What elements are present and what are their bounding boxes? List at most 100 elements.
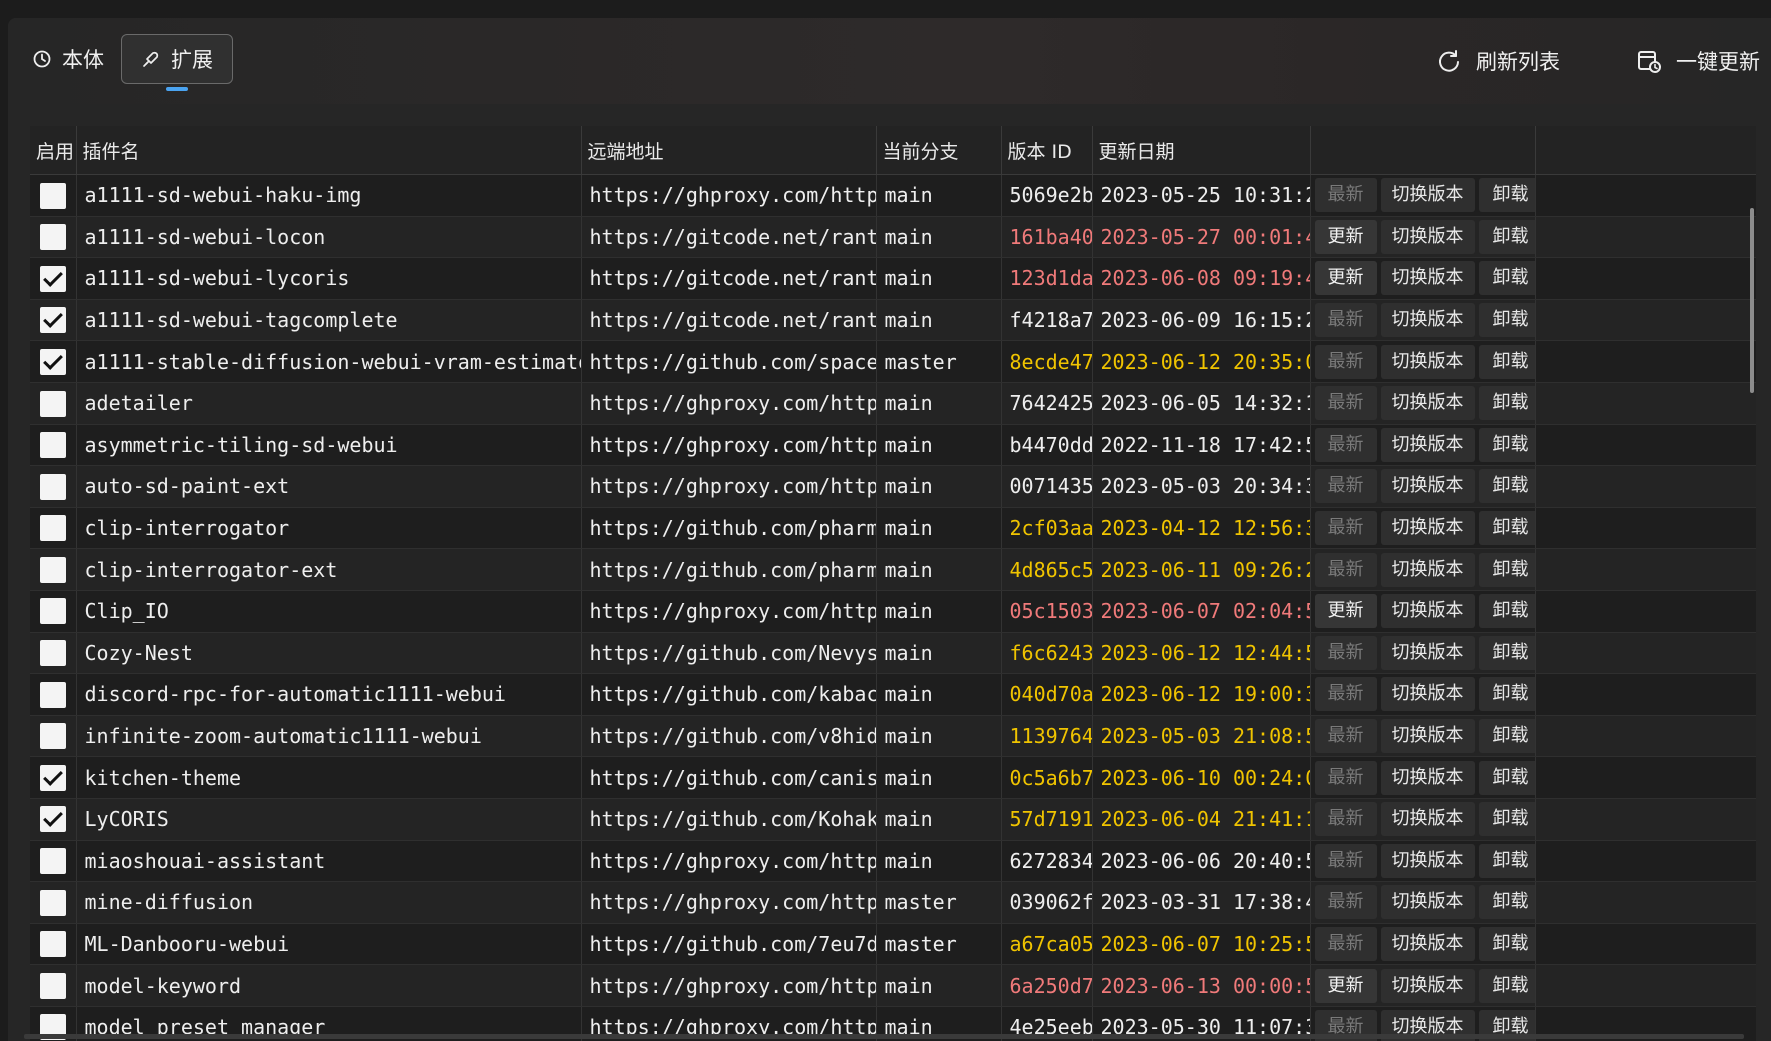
switch-version-button[interactable]: 切换版本 xyxy=(1380,344,1475,379)
switch-version-button[interactable]: 切换版本 xyxy=(1380,386,1475,421)
update-button[interactable]: 更新 xyxy=(1314,594,1377,629)
switch-version-button[interactable]: 切换版本 xyxy=(1380,219,1475,254)
switch-version-button[interactable]: 切换版本 xyxy=(1380,885,1475,920)
latest-button[interactable]: 最新 xyxy=(1314,344,1377,379)
switch-version-button[interactable]: 切换版本 xyxy=(1380,802,1475,837)
uninstall-button[interactable]: 卸载 xyxy=(1478,344,1534,379)
tab-extensions[interactable]: 扩展 xyxy=(121,34,233,84)
enable-checkbox[interactable] xyxy=(39,390,66,417)
enable-checkbox[interactable] xyxy=(39,432,66,459)
switch-version-button[interactable]: 切换版本 xyxy=(1380,594,1475,629)
filler-cell xyxy=(1535,881,1756,924)
latest-button[interactable]: 最新 xyxy=(1314,386,1377,421)
enable-checkbox[interactable] xyxy=(39,681,66,708)
update-button[interactable]: 更新 xyxy=(1314,219,1377,254)
enable-checkbox[interactable] xyxy=(39,848,66,875)
latest-button[interactable]: 最新 xyxy=(1314,760,1377,795)
latest-button[interactable]: 最新 xyxy=(1314,802,1377,837)
uninstall-button[interactable]: 卸载 xyxy=(1478,635,1534,670)
latest-button[interactable]: 最新 xyxy=(1314,552,1377,587)
latest-button[interactable]: 最新 xyxy=(1314,427,1377,462)
latest-button[interactable]: 最新 xyxy=(1314,885,1377,920)
switch-version-button[interactable]: 切换版本 xyxy=(1380,427,1475,462)
enable-checkbox[interactable] xyxy=(39,931,66,958)
enable-checkbox[interactable] xyxy=(39,473,66,500)
switch-version-button[interactable]: 切换版本 xyxy=(1380,677,1475,712)
update-date-cell: 2023-06-10 00:24:00 xyxy=(1092,756,1311,799)
remote-url-cell: https://ghproxy.com/https:/ xyxy=(581,465,877,508)
uninstall-button[interactable]: 卸载 xyxy=(1478,677,1534,712)
update-date-cell: 2023-05-27 00:01:42 xyxy=(1092,216,1311,259)
enable-checkbox[interactable] xyxy=(39,972,66,999)
latest-button[interactable]: 最新 xyxy=(1314,719,1377,754)
enable-checkbox[interactable] xyxy=(39,806,66,833)
tab-core[interactable]: 本体 xyxy=(18,34,118,84)
column-header-version[interactable]: 版本 ID xyxy=(1001,126,1093,175)
switch-version-button[interactable]: 切换版本 xyxy=(1380,635,1475,670)
refresh-list-button[interactable]: 刷新列表 xyxy=(1436,46,1560,76)
switch-version-button[interactable]: 切换版本 xyxy=(1380,926,1475,961)
enable-checkbox[interactable] xyxy=(39,182,66,209)
enable-checkbox[interactable] xyxy=(39,640,66,667)
actions-cell: 最新 切换版本 卸载 xyxy=(1310,465,1536,508)
horizontal-scrollbar[interactable] xyxy=(24,1034,1744,1039)
uninstall-button[interactable]: 卸载 xyxy=(1478,719,1534,754)
enable-checkbox[interactable] xyxy=(39,515,66,542)
vertical-scrollbar[interactable] xyxy=(1750,208,1754,393)
latest-button[interactable]: 最新 xyxy=(1314,677,1377,712)
column-header-date[interactable]: 更新日期 xyxy=(1092,126,1311,175)
uninstall-button[interactable]: 卸载 xyxy=(1478,219,1534,254)
uninstall-button[interactable]: 卸载 xyxy=(1478,594,1534,629)
switch-version-button[interactable]: 切换版本 xyxy=(1380,303,1475,338)
enable-checkbox[interactable] xyxy=(39,764,66,791)
latest-button[interactable]: 最新 xyxy=(1314,303,1377,338)
switch-version-button[interactable]: 切换版本 xyxy=(1380,843,1475,878)
branch-cell: main xyxy=(876,673,1002,716)
update-all-button[interactable]: 一键更新 xyxy=(1636,46,1760,76)
switch-version-button[interactable]: 切换版本 xyxy=(1380,552,1475,587)
uninstall-button[interactable]: 卸载 xyxy=(1478,427,1534,462)
switch-version-button[interactable]: 切换版本 xyxy=(1380,469,1475,504)
enable-checkbox[interactable] xyxy=(39,348,66,375)
column-header-name[interactable]: 插件名 xyxy=(76,126,582,175)
enable-checkbox[interactable] xyxy=(39,723,66,750)
version-id-cell: 8ecde47 xyxy=(1001,340,1093,383)
switch-version-button[interactable]: 切换版本 xyxy=(1380,760,1475,795)
enable-checkbox[interactable] xyxy=(39,307,66,334)
switch-version-button[interactable]: 切换版本 xyxy=(1380,511,1475,546)
switch-version-button[interactable]: 切换版本 xyxy=(1380,178,1475,213)
enable-checkbox[interactable] xyxy=(39,556,66,583)
uninstall-button[interactable]: 卸载 xyxy=(1478,885,1534,920)
uninstall-button[interactable]: 卸载 xyxy=(1478,261,1534,296)
uninstall-button[interactable]: 卸载 xyxy=(1478,178,1534,213)
latest-button[interactable]: 最新 xyxy=(1314,511,1377,546)
column-header-enabled[interactable]: 启用 xyxy=(30,126,77,175)
uninstall-button[interactable]: 卸载 xyxy=(1478,802,1534,837)
update-button[interactable]: 更新 xyxy=(1314,261,1377,296)
actions-cell: 最新 切换版本 卸载 xyxy=(1310,299,1536,342)
latest-button[interactable]: 最新 xyxy=(1314,635,1377,670)
switch-version-button[interactable]: 切换版本 xyxy=(1380,968,1475,1003)
uninstall-button[interactable]: 卸载 xyxy=(1478,968,1534,1003)
column-header-branch[interactable]: 当前分支 xyxy=(876,126,1002,175)
enable-checkbox[interactable] xyxy=(39,598,66,625)
latest-button[interactable]: 最新 xyxy=(1314,843,1377,878)
switch-version-button[interactable]: 切换版本 xyxy=(1380,261,1475,296)
uninstall-button[interactable]: 卸载 xyxy=(1478,511,1534,546)
enable-checkbox[interactable] xyxy=(39,889,66,916)
enable-checkbox[interactable] xyxy=(39,224,66,251)
latest-button[interactable]: 最新 xyxy=(1314,469,1377,504)
latest-button[interactable]: 最新 xyxy=(1314,926,1377,961)
uninstall-button[interactable]: 卸载 xyxy=(1478,303,1534,338)
uninstall-button[interactable]: 卸载 xyxy=(1478,926,1534,961)
switch-version-button[interactable]: 切换版本 xyxy=(1380,719,1475,754)
latest-button[interactable]: 最新 xyxy=(1314,178,1377,213)
uninstall-button[interactable]: 卸载 xyxy=(1478,760,1534,795)
uninstall-button[interactable]: 卸载 xyxy=(1478,386,1534,421)
enable-checkbox[interactable] xyxy=(39,265,66,292)
uninstall-button[interactable]: 卸载 xyxy=(1478,552,1534,587)
column-header-remote[interactable]: 远端地址 xyxy=(581,126,877,175)
update-button[interactable]: 更新 xyxy=(1314,968,1377,1003)
uninstall-button[interactable]: 卸载 xyxy=(1478,843,1534,878)
uninstall-button[interactable]: 卸载 xyxy=(1478,469,1534,504)
